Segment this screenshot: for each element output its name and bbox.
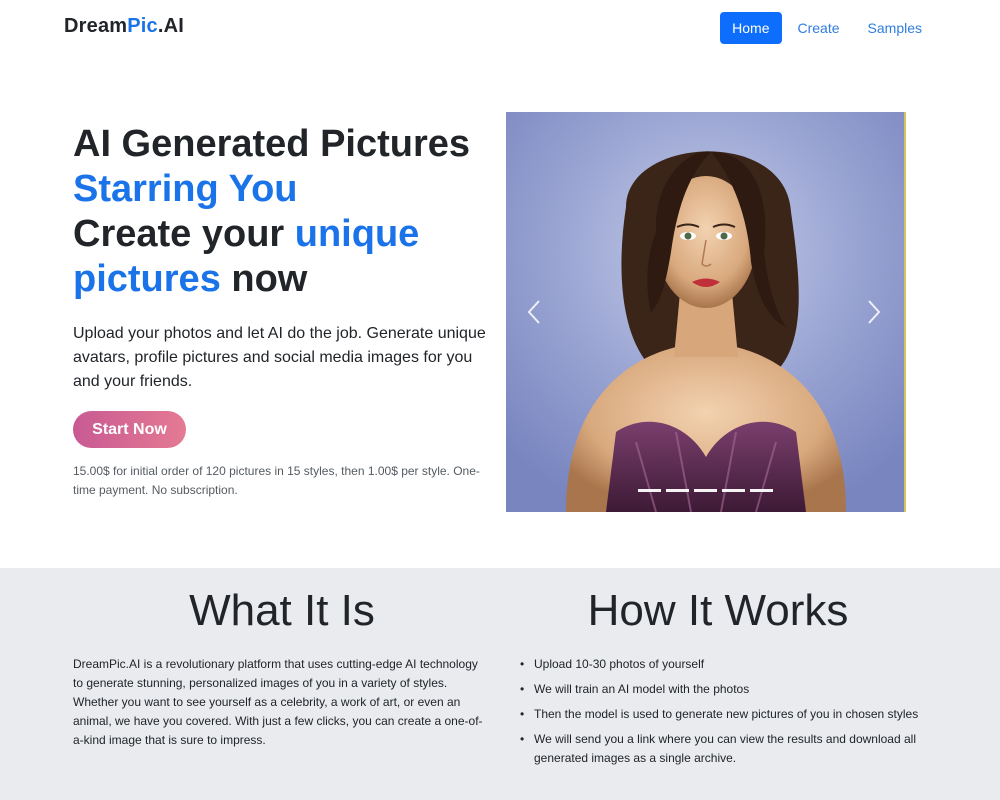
image-carousel: [506, 112, 906, 512]
price-note: 15.00$ for initial order of 120 pictures…: [73, 464, 480, 497]
step-item: • We will train an AI model with the phot…: [518, 680, 928, 699]
hero-title-line4a: pictures: [73, 258, 221, 300]
how-it-works-title: How It Works: [587, 586, 849, 635]
bullet-icon: •: [520, 657, 525, 671]
step-text: Then the model is used to generate new p…: [534, 707, 919, 721]
bullet-icon: •: [520, 732, 525, 746]
brand-part-dream: Dream: [64, 15, 128, 37]
what-it-is-title: What It Is: [189, 586, 375, 635]
carousel-indicator-5[interactable]: [750, 489, 773, 492]
what-it-is-column: What It Is DreamPic.AI is a revolutionar…: [73, 568, 491, 750]
navbar: DreamPic.AI Home Create Samples: [0, 0, 1000, 56]
what-it-is-text: DreamPic.AI is a revolutionary platform …: [73, 657, 483, 747]
step-item: • Upload 10-30 photos of yourself: [518, 655, 928, 674]
chevron-right-icon[interactable]: [858, 297, 888, 327]
carousel-indicator-4[interactable]: [722, 489, 745, 492]
step-text: Upload 10-30 photos of yourself: [534, 657, 705, 671]
hero-title-line2: Starring You: [73, 168, 298, 210]
step-text: We will send you a link where you can vi…: [534, 732, 916, 765]
hero-title-line1: AI Generated Pictures: [73, 123, 471, 165]
hero-title-line4b: now: [220, 258, 308, 300]
hero-section: AI Generated Pictures Starring You Creat…: [73, 122, 493, 500]
nav-link-create[interactable]: Create: [786, 12, 852, 44]
bullet-icon: •: [520, 682, 525, 696]
carousel-indicator-3[interactable]: [694, 489, 717, 492]
how-it-works-steps: • Upload 10-30 photos of yourself • We wil…: [518, 655, 928, 768]
hero-title-line3a: Create your: [73, 213, 295, 255]
how-it-works-column: How It Works • Upload 10-30 photos of you…: [518, 568, 928, 774]
carousel-indicator-2[interactable]: [666, 489, 689, 492]
step-text: We will train an AI model with the photo…: [534, 682, 750, 696]
carousel-slide-image: [506, 112, 904, 512]
nav-links: Home Create Samples: [720, 12, 934, 44]
nav-link-samples[interactable]: Samples: [856, 12, 934, 44]
nav-link-home[interactable]: Home: [720, 12, 782, 44]
hero-description: Upload your photos and let AI do the job…: [73, 325, 486, 390]
bullet-icon: •: [520, 707, 525, 721]
hero-title: AI Generated Pictures Starring You Creat…: [73, 122, 493, 302]
step-item: • Then the model is used to generate new …: [518, 705, 928, 724]
brand-part-pic: Pic: [127, 15, 158, 37]
hero-title-line3b: unique: [294, 213, 420, 255]
brand-part-ai: .AI: [157, 15, 185, 37]
carousel-indicators: [638, 489, 773, 492]
chevron-left-icon[interactable]: [520, 297, 550, 327]
brand-logo[interactable]: DreamPic.AI: [64, 15, 184, 38]
carousel-indicator-1[interactable]: [638, 489, 661, 492]
info-section: What It Is DreamPic.AI is a revolutionar…: [0, 568, 1000, 800]
start-now-button[interactable]: Start Now: [73, 411, 186, 448]
step-item: • We will send you a link where you can v…: [518, 730, 928, 768]
